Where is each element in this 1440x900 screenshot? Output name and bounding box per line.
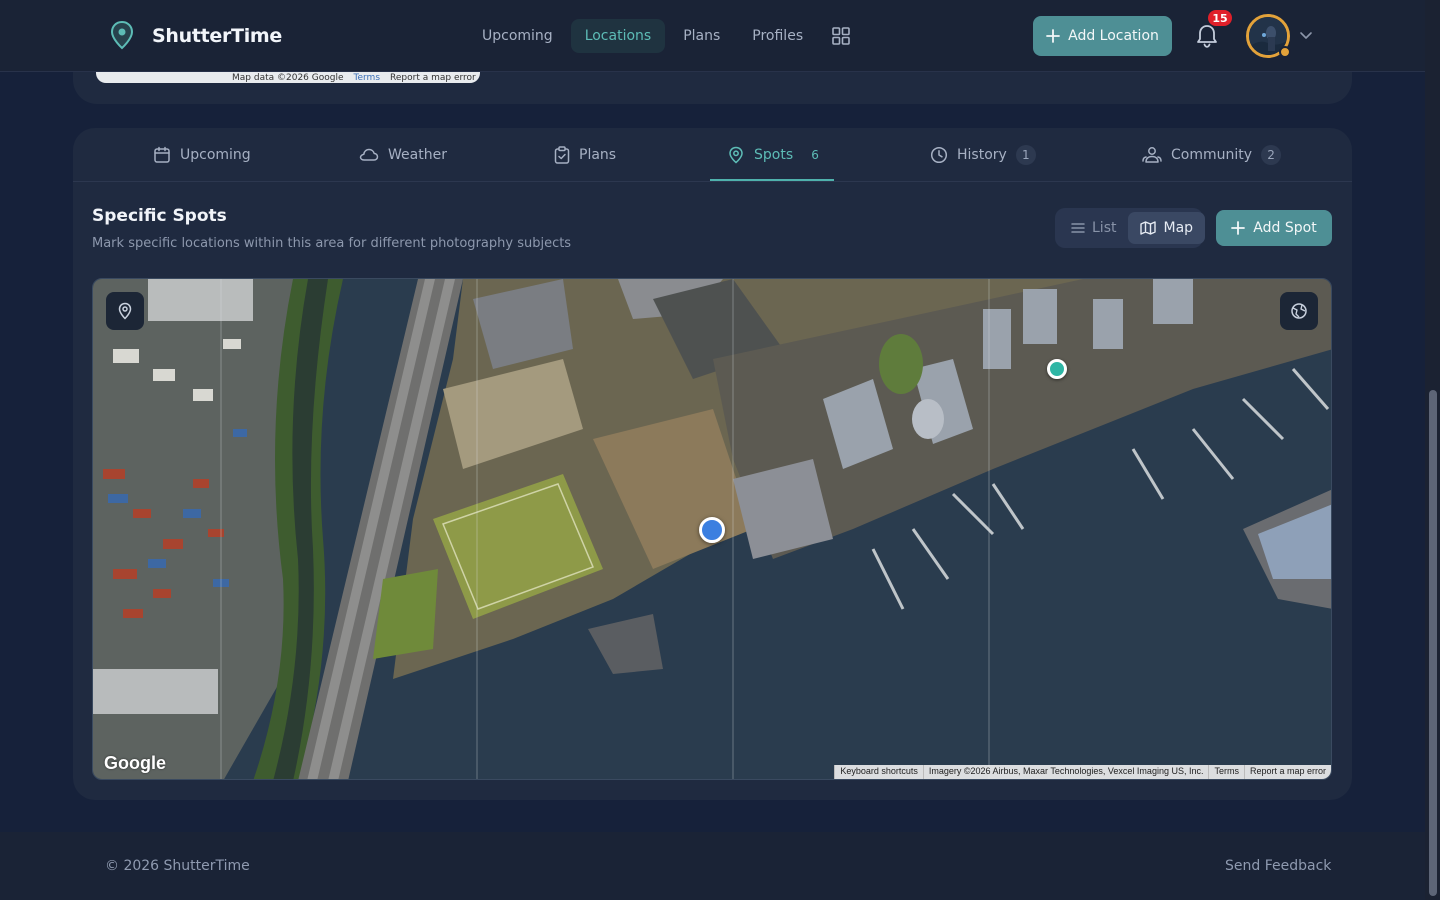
tab-count-badge: 1 bbox=[1015, 145, 1036, 165]
detail-tabs: Upcoming Weather Plans Spots 6 History 1… bbox=[73, 128, 1352, 182]
tab-community[interactable]: Community 2 bbox=[1142, 128, 1282, 182]
tab-plans[interactable]: Plans bbox=[554, 128, 616, 182]
imagery-credit: Imagery ©2026 Airbus, Maxar Technologies… bbox=[922, 765, 1209, 779]
footer: © 2026 ShutterTime Send Feedback bbox=[0, 832, 1425, 900]
map-view-label: Map bbox=[1163, 220, 1194, 236]
tab-count-badge: 2 bbox=[1261, 145, 1282, 165]
plus-icon bbox=[1046, 29, 1061, 43]
notification-count-badge: 15 bbox=[1208, 10, 1232, 26]
map-attribution: Keyboard shortcuts Imagery ©2026 Airbus,… bbox=[834, 765, 1331, 779]
map-pin-icon bbox=[118, 302, 132, 320]
avatar-status-dot bbox=[1279, 46, 1291, 58]
map-pin-icon bbox=[729, 146, 743, 164]
map-view-button[interactable]: Map bbox=[1128, 212, 1206, 244]
view-toggle: List Map bbox=[1055, 208, 1206, 248]
nav-upcoming[interactable]: Upcoming bbox=[468, 19, 567, 53]
satellite-toggle-button[interactable] bbox=[1280, 292, 1318, 330]
grid-icon bbox=[832, 27, 850, 45]
spots-map[interactable]: Google Keyboard shortcuts Imagery ©2026 … bbox=[92, 278, 1332, 780]
users-icon bbox=[1142, 147, 1162, 163]
teal-spot-marker[interactable] bbox=[1047, 359, 1067, 379]
map-icon bbox=[1140, 221, 1157, 235]
brand-name: ShutterTime bbox=[152, 25, 283, 47]
tab-weather[interactable]: Weather bbox=[359, 128, 447, 182]
list-icon bbox=[1071, 223, 1085, 233]
clock-icon bbox=[930, 146, 948, 164]
locate-spot-button[interactable] bbox=[106, 292, 144, 330]
location-detail-card: Upcoming Weather Plans Spots 6 History 1… bbox=[73, 128, 1352, 800]
bell-icon[interactable] bbox=[1194, 22, 1220, 50]
add-location-label: Add Location bbox=[1068, 28, 1159, 44]
tab-history[interactable]: History 1 bbox=[930, 128, 1036, 182]
add-spot-button[interactable]: Add Spot bbox=[1216, 210, 1332, 246]
map-data-text: Map data ©2026 Google bbox=[232, 72, 344, 83]
clipboard-icon bbox=[554, 146, 570, 164]
add-location-button[interactable]: Add Location bbox=[1033, 16, 1172, 56]
apps-grid-button[interactable] bbox=[821, 18, 861, 54]
globe-icon bbox=[1291, 303, 1307, 319]
tab-label: Weather bbox=[388, 147, 447, 163]
calendar-icon bbox=[154, 146, 170, 163]
tab-count-badge: 6 bbox=[811, 148, 819, 162]
brand-logo[interactable]: ShutterTime bbox=[108, 20, 282, 52]
list-view-button[interactable]: List bbox=[1059, 212, 1128, 244]
footer-copyright: © 2026 ShutterTime bbox=[105, 858, 250, 874]
scrollbar-thumb[interactable] bbox=[1429, 390, 1437, 896]
report-map-error-link[interactable]: Report a map error bbox=[390, 73, 476, 83]
send-feedback-link[interactable]: Send Feedback bbox=[1225, 858, 1331, 874]
keyboard-shortcuts-link[interactable]: Keyboard shortcuts bbox=[834, 765, 923, 779]
tab-label: Upcoming bbox=[180, 147, 251, 163]
cloud-icon bbox=[359, 148, 379, 161]
overview-map-attribution: Map data ©2026 Google Terms Report a map… bbox=[96, 72, 480, 83]
tab-spots[interactable]: Spots 6 bbox=[727, 128, 822, 182]
list-view-label: List bbox=[1092, 220, 1117, 236]
nav-plans[interactable]: Plans bbox=[669, 19, 734, 53]
nav-profiles[interactable]: Profiles bbox=[738, 19, 817, 53]
tab-label: Community bbox=[1171, 147, 1253, 163]
tab-label: History bbox=[957, 147, 1007, 163]
top-navigation-bar: ShutterTime Upcoming Locations Plans Pro… bbox=[0, 0, 1425, 72]
main-nav: Upcoming Locations Plans Profiles bbox=[468, 18, 861, 54]
google-logo: Google bbox=[104, 753, 166, 773]
map-terms-link[interactable]: Terms bbox=[1208, 765, 1244, 779]
add-spot-label: Add Spot bbox=[1253, 220, 1317, 236]
tab-label: Spots bbox=[754, 147, 794, 163]
chevron-down-icon[interactable] bbox=[1299, 30, 1313, 42]
report-map-error-link[interactable]: Report a map error bbox=[1243, 765, 1331, 779]
active-tab-indicator bbox=[710, 179, 834, 181]
tab-label: Plans bbox=[579, 147, 617, 163]
plus-icon bbox=[1231, 221, 1246, 235]
nav-locations[interactable]: Locations bbox=[570, 19, 666, 53]
section-subtitle: Mark specific locations within this area… bbox=[92, 236, 572, 251]
map-pin-icon bbox=[110, 20, 134, 50]
tab-upcoming[interactable]: Upcoming bbox=[153, 128, 251, 182]
map-terms-link[interactable]: Terms bbox=[354, 73, 381, 83]
section-title: Specific Spots bbox=[92, 206, 227, 226]
blue-spot-marker[interactable] bbox=[699, 517, 725, 543]
